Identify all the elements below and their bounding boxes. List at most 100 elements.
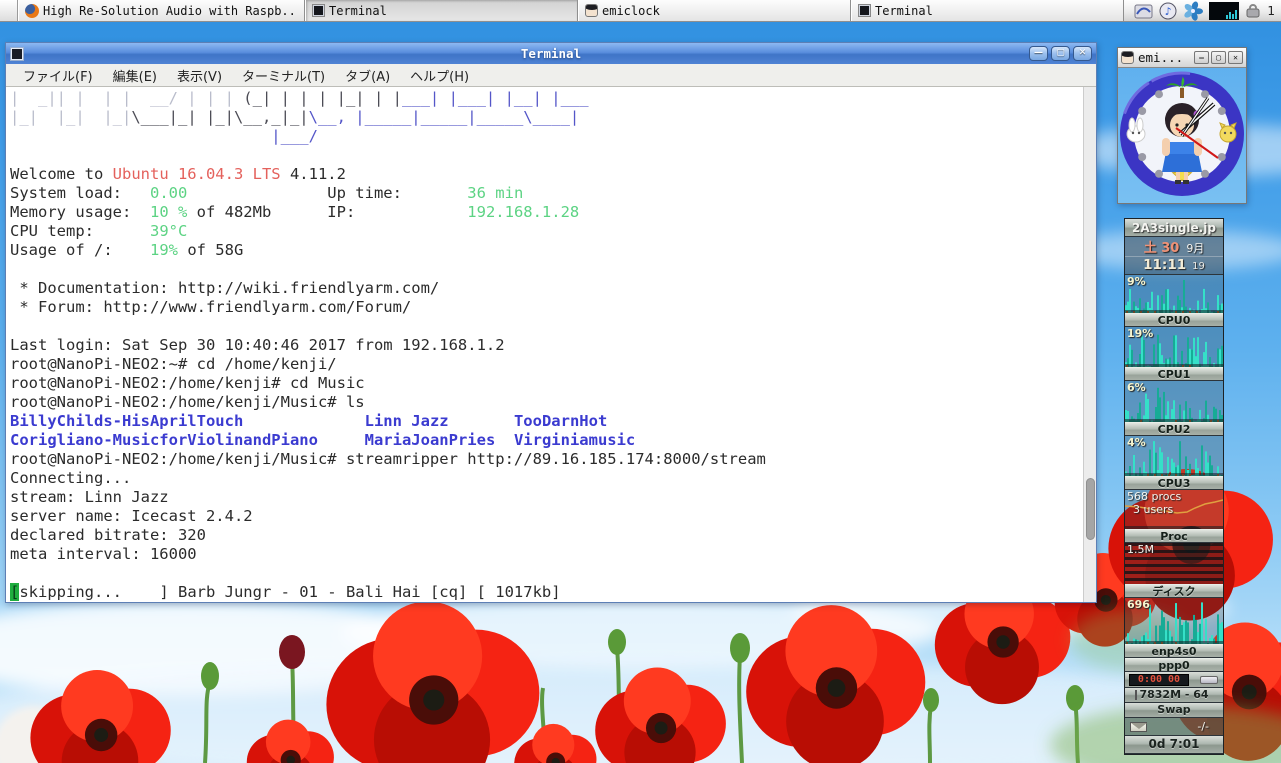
gkrellm-ppp0-button[interactable]: ppp0 [1125,658,1223,672]
taskbar-task-terminal-3[interactable]: Terminal [851,0,1124,21]
gkrellm-cpu1-value: 19% [1127,327,1153,340]
terminal-line: root@NanoPi-NEO2:~# cd /home/kenji/ [10,355,1082,374]
terminal-line [10,146,1082,165]
anime-clock-graphic [1118,68,1246,201]
gkrellm-cpu2-button[interactable]: CPU2 [1125,422,1223,436]
gkrellm-date-month: 9月 [1186,240,1204,256]
gkrellm-seconds: 19 [1192,261,1205,272]
emiclock-minimize-button[interactable]: — [1194,51,1209,64]
terminal-line [10,317,1082,336]
gkrellm-timer-button[interactable] [1200,676,1218,684]
terminal-output: | _|| | | | __/ | | | (_| | | | |_| | |_… [10,89,1082,602]
emiclock-face[interactable] [1118,68,1246,203]
terminal-line: Last login: Sat Sep 30 10:40:46 2017 fro… [10,336,1082,355]
gkrellm-time: 11:11 [1143,257,1186,273]
gkrellm-cpu1-button[interactable]: CPU1 [1125,367,1223,381]
terminal-line: Connecting... [10,469,1082,488]
terminal-scrollbar[interactable] [1083,87,1096,602]
taskbar-task-terminal-1[interactable]: Terminal [305,0,578,21]
keyring-tray-icon[interactable] [1245,3,1261,18]
terminal-line: | _|| | | | __/ | | | (_| | | | |_| | |_… [10,89,1082,108]
gkrellm-proc-button[interactable]: Proc [1125,529,1223,543]
workspace-indicator[interactable]: 1 [1267,4,1275,18]
emiclock-maximize-button[interactable]: ▢ [1211,51,1226,64]
menu-item-3[interactable]: ターミナル(T) [233,64,334,87]
taskbar-tasks: High Re-Solution Audio with Raspb... Term… [18,0,1124,21]
emiclock-close-button[interactable]: ✕ [1228,51,1243,64]
taskbar-tray: ♪ 1 [1128,0,1281,21]
gkrellm-date-day: 土 30 [1144,237,1180,256]
gkrellm-cpu0-button[interactable]: CPU0 [1125,313,1223,327]
terminal-line: root@NanoPi-NEO2:/home/kenji/Music# stre… [10,450,1082,469]
pinwheel-tray-icon[interactable] [1183,1,1203,21]
taskbar-task-high-re-solution-aud-0[interactable]: High Re-Solution Audio with Raspb... [18,0,305,21]
menu-item-0[interactable]: ファイル(F) [14,64,102,87]
gkrellm-timer-display: 0:00 00 [1129,674,1189,686]
menu-item-2[interactable]: 表示(V) [168,64,231,87]
terminal-line: stream: Linn Jazz [10,488,1082,507]
taskbar-task-emiclock-2[interactable]: emiclock [578,0,851,21]
terminal-menubar: ファイル(F)編集(E)表示(V)ターミナル(T)タブ(A)ヘルプ(H) [6,64,1096,87]
music-player-tray-icon[interactable]: ♪ [1159,2,1177,20]
firefox-icon [25,4,39,18]
terminal-icon [858,4,871,17]
gkrellm-net-value: 696 [1127,598,1150,611]
gkrellm-disk[interactable]: 1.5M ディスク [1125,543,1223,598]
mail-app-tray-icon[interactable] [1134,3,1153,19]
terminal-body[interactable]: | _|| | | | __/ | | | (_| | | | |_| | |_… [6,87,1096,602]
emiclock-titlebar[interactable]: emi... — ▢ ✕ [1118,48,1246,68]
system-monitor-tray-graph[interactable] [1209,2,1239,20]
gkrellm-mail[interactable]: -/- [1125,718,1223,736]
gkrellm-memory-meter[interactable]: 7832M - 64 [1125,688,1223,703]
terminal-line: |___/ [10,127,1082,146]
terminal-line: BillyChilds-HisAprilTouch Linn Jazz TooD… [10,412,1082,431]
terminal-line: |_| |_| |_|\___|_| |_|\__,_|_|\__, |____… [10,108,1082,127]
taskbar: High Re-Solution Audio with Raspb... Term… [0,0,1281,22]
close-button[interactable]: ✕ [1073,46,1092,61]
gkrellm-disk-button[interactable]: ディスク [1125,584,1223,598]
menu-item-1[interactable]: 編集(E) [104,64,166,87]
gkrellm-cpu2[interactable]: 6% CPU2 [1125,381,1223,436]
terminal-line: Usage of /: 19% of 58G [10,241,1082,260]
gkrellm-net[interactable]: 696 enp4s0 [1125,598,1223,658]
minimize-button[interactable]: — [1029,46,1048,61]
terminal-window-icon [10,47,24,61]
gkrellm-panel: 2A3single.jp 土 30 9月 11:11 19 9%CPU019%C… [1124,218,1224,755]
gkrellm-cpu3-button[interactable]: CPU3 [1125,476,1223,490]
terminal-window-title: Terminal [6,46,1096,61]
gkrellm-uptime: 0d 7:01 [1125,736,1223,754]
terminal-cursor: [ [10,583,19,601]
taskbar-stub-button[interactable] [0,0,18,21]
emiclock-icon [585,4,598,17]
gkrellm-net-button[interactable]: enp4s0 [1125,644,1223,658]
gkrellm-cpu2-value: 6% [1127,381,1146,394]
gkrellm-disk-rate: 1.5M [1127,543,1154,556]
gkrellm-cpu1[interactable]: 19% CPU1 [1125,327,1223,381]
terminal-line: Welcome to Ubuntu 16.04.3 LTS 4.11.2 [10,165,1082,184]
emiclock-window-title: emi... [1138,50,1183,65]
gkrellm-cpu0[interactable]: 9%CPU0 [1125,275,1223,327]
terminal-line: Memory usage: 10 % of 482Mb IP: 192.168.… [10,203,1082,222]
menu-item-4[interactable]: タブ(A) [336,64,399,87]
terminal-line: * Forum: http://www.friendlyarm.com/Foru… [10,298,1082,317]
terminal-line: meta interval: 16000 [10,545,1082,564]
gkrellm-procs-count: 568 procs [1127,490,1181,503]
gkrellm-hostname[interactable]: 2A3single.jp [1125,219,1223,237]
task-label: emiclock [602,4,660,18]
terminal-line: [skipping... ] Barb Jungr - 01 - Bali Ha… [10,583,1082,602]
menu-item-5[interactable]: ヘルプ(H) [401,64,478,87]
gkrellm-proc[interactable]: 568 procs 3 users Proc [1125,490,1223,543]
terminal-line: * Documentation: http://wiki.friendlyarm… [10,279,1082,298]
maximize-button[interactable]: ▢ [1051,46,1070,61]
terminal-scrollbar-thumb[interactable] [1086,478,1095,540]
gkrellm-clock[interactable]: 土 30 9月 11:11 19 [1125,237,1223,275]
gkrellm-cpu3-value: 4% [1127,436,1146,449]
terminal-titlebar[interactable]: Terminal — ▢ ✕ [6,43,1096,64]
svg-text:♪: ♪ [1165,5,1172,18]
task-label: High Re-Solution Audio with Raspb... [43,4,298,18]
gkrellm-swap-meter[interactable]: Swap [1125,703,1223,718]
gkrellm-cpu3[interactable]: 4% CPU3 [1125,436,1223,490]
gkrellm-timer[interactable]: 0:00 00 [1125,672,1223,688]
task-label: Terminal [329,4,387,18]
terminal-line: root@NanoPi-NEO2:/home/kenji# cd Music [10,374,1082,393]
